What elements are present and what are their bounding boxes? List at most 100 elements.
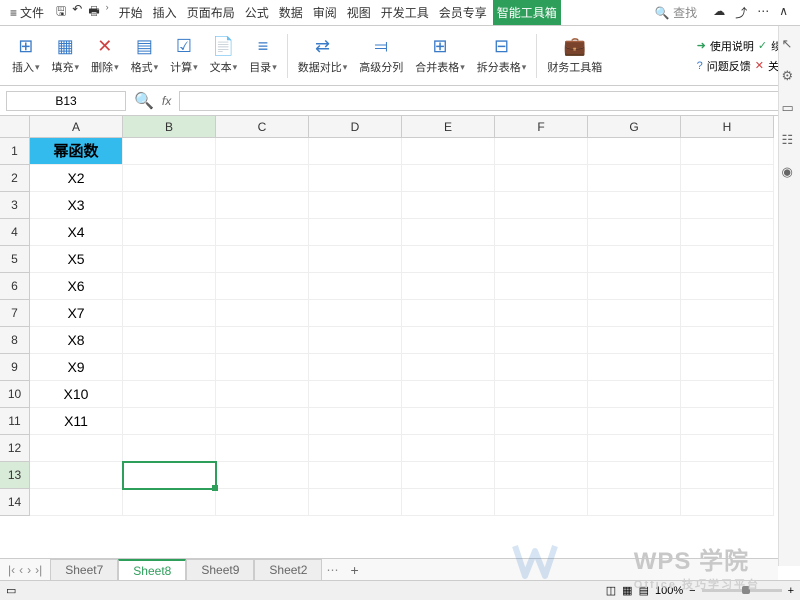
- cell-D6[interactable]: [309, 273, 402, 300]
- cell-G1[interactable]: [588, 138, 681, 165]
- cell-G14[interactable]: [588, 489, 681, 516]
- zoom-out-icon[interactable]: −: [689, 585, 695, 597]
- feedback-link[interactable]: ?问题反馈 ✕关闭: [697, 58, 790, 74]
- cell-E2[interactable]: [402, 165, 495, 192]
- cell-C2[interactable]: [216, 165, 309, 192]
- cell-G6[interactable]: [588, 273, 681, 300]
- row-header-11[interactable]: 11: [0, 408, 30, 435]
- prev-sheet-icon[interactable]: ‹: [19, 563, 23, 577]
- cell-A9[interactable]: X9: [30, 354, 123, 381]
- cell-B3[interactable]: [123, 192, 216, 219]
- tab-dev[interactable]: 开发工具: [377, 0, 433, 25]
- cell-H6[interactable]: [681, 273, 774, 300]
- zoom-value[interactable]: 100%: [655, 585, 683, 597]
- cell-B6[interactable]: [123, 273, 216, 300]
- cell-B13[interactable]: [123, 462, 216, 489]
- cell-E4[interactable]: [402, 219, 495, 246]
- camera-icon[interactable]: ◉: [782, 164, 798, 180]
- cell-G4[interactable]: [588, 219, 681, 246]
- cell-C3[interactable]: [216, 192, 309, 219]
- ribbon-merge[interactable]: ⊞合并表格▾: [409, 26, 471, 85]
- cell-B7[interactable]: [123, 300, 216, 327]
- cell-A13[interactable]: [30, 462, 123, 489]
- cell-D11[interactable]: [309, 408, 402, 435]
- cell-D5[interactable]: [309, 246, 402, 273]
- cell-F9[interactable]: [495, 354, 588, 381]
- cell-H12[interactable]: [681, 435, 774, 462]
- cell-C10[interactable]: [216, 381, 309, 408]
- select-all-corner[interactable]: [0, 116, 30, 138]
- tab-smart-toolbox[interactable]: 智能工具箱: [493, 0, 561, 25]
- cloud-icon[interactable]: ☁: [713, 4, 725, 21]
- view-break-icon[interactable]: ▤: [639, 584, 649, 597]
- cell-C12[interactable]: [216, 435, 309, 462]
- sheet-tab[interactable]: Sheet9: [186, 559, 254, 580]
- ribbon-fill[interactable]: ▦填充▾: [46, 26, 86, 85]
- cell-B5[interactable]: [123, 246, 216, 273]
- tab-review[interactable]: 审阅: [309, 0, 341, 25]
- cell-C1[interactable]: [216, 138, 309, 165]
- col-header-H[interactable]: H: [681, 116, 774, 138]
- row-header-4[interactable]: 4: [0, 219, 30, 246]
- col-header-F[interactable]: F: [495, 116, 588, 138]
- cell-E14[interactable]: [402, 489, 495, 516]
- cell-F13[interactable]: [495, 462, 588, 489]
- cell-E5[interactable]: [402, 246, 495, 273]
- cell-G2[interactable]: [588, 165, 681, 192]
- cell-D10[interactable]: [309, 381, 402, 408]
- col-header-D[interactable]: D: [309, 116, 402, 138]
- cell-B14[interactable]: [123, 489, 216, 516]
- cell-E1[interactable]: [402, 138, 495, 165]
- cell-H4[interactable]: [681, 219, 774, 246]
- row-header-14[interactable]: 14: [0, 489, 30, 516]
- cell-A3[interactable]: X3: [30, 192, 123, 219]
- zoom-in-icon[interactable]: +: [788, 585, 794, 597]
- cell-A4[interactable]: X4: [30, 219, 123, 246]
- cell-A10[interactable]: X10: [30, 381, 123, 408]
- cell-B11[interactable]: [123, 408, 216, 435]
- cell-G3[interactable]: [588, 192, 681, 219]
- cell-C7[interactable]: [216, 300, 309, 327]
- cell-G8[interactable]: [588, 327, 681, 354]
- row-header-7[interactable]: 7: [0, 300, 30, 327]
- tab-data[interactable]: 数据: [275, 0, 307, 25]
- first-sheet-icon[interactable]: |‹: [8, 563, 15, 577]
- ribbon-toc[interactable]: ≡目录▾: [243, 26, 283, 85]
- lookup-icon[interactable]: 🔍: [134, 91, 154, 111]
- cell-C5[interactable]: [216, 246, 309, 273]
- cell-D4[interactable]: [309, 219, 402, 246]
- save-icon[interactable]: 🖫: [56, 2, 66, 23]
- cell-C4[interactable]: [216, 219, 309, 246]
- cell-F2[interactable]: [495, 165, 588, 192]
- row-header-3[interactable]: 3: [0, 192, 30, 219]
- chevron-up-icon[interactable]: ∧: [779, 4, 788, 21]
- cell-E10[interactable]: [402, 381, 495, 408]
- cell-A1[interactable]: 幂函数: [30, 138, 123, 165]
- add-sheet-button[interactable]: +: [342, 562, 366, 578]
- cell-F14[interactable]: [495, 489, 588, 516]
- view-page-icon[interactable]: ▦: [622, 584, 632, 597]
- share-icon[interactable]: ⤴: [735, 4, 747, 21]
- sheet-tab[interactable]: Sheet2: [254, 559, 322, 580]
- ribbon-calc[interactable]: ☑计算▾: [164, 26, 204, 85]
- cell-B4[interactable]: [123, 219, 216, 246]
- cell-A11[interactable]: X11: [30, 408, 123, 435]
- row-header-1[interactable]: 1: [0, 138, 30, 165]
- tab-insert[interactable]: 插入: [149, 0, 181, 25]
- formula-input[interactable]: [179, 91, 794, 111]
- ribbon-format[interactable]: ▤格式▾: [125, 26, 165, 85]
- cell-F5[interactable]: [495, 246, 588, 273]
- cell-H13[interactable]: [681, 462, 774, 489]
- cell-F7[interactable]: [495, 300, 588, 327]
- cell-C11[interactable]: [216, 408, 309, 435]
- ribbon-finance[interactable]: 💼财务工具箱: [541, 26, 608, 85]
- cell-H14[interactable]: [681, 489, 774, 516]
- row-header-12[interactable]: 12: [0, 435, 30, 462]
- cell-D14[interactable]: [309, 489, 402, 516]
- cell-E11[interactable]: [402, 408, 495, 435]
- cell-E13[interactable]: [402, 462, 495, 489]
- col-header-G[interactable]: G: [588, 116, 681, 138]
- ribbon-split[interactable]: ⊟拆分表格▾: [471, 26, 533, 85]
- cell-F10[interactable]: [495, 381, 588, 408]
- file-menu[interactable]: ≡ 文件: [4, 4, 50, 21]
